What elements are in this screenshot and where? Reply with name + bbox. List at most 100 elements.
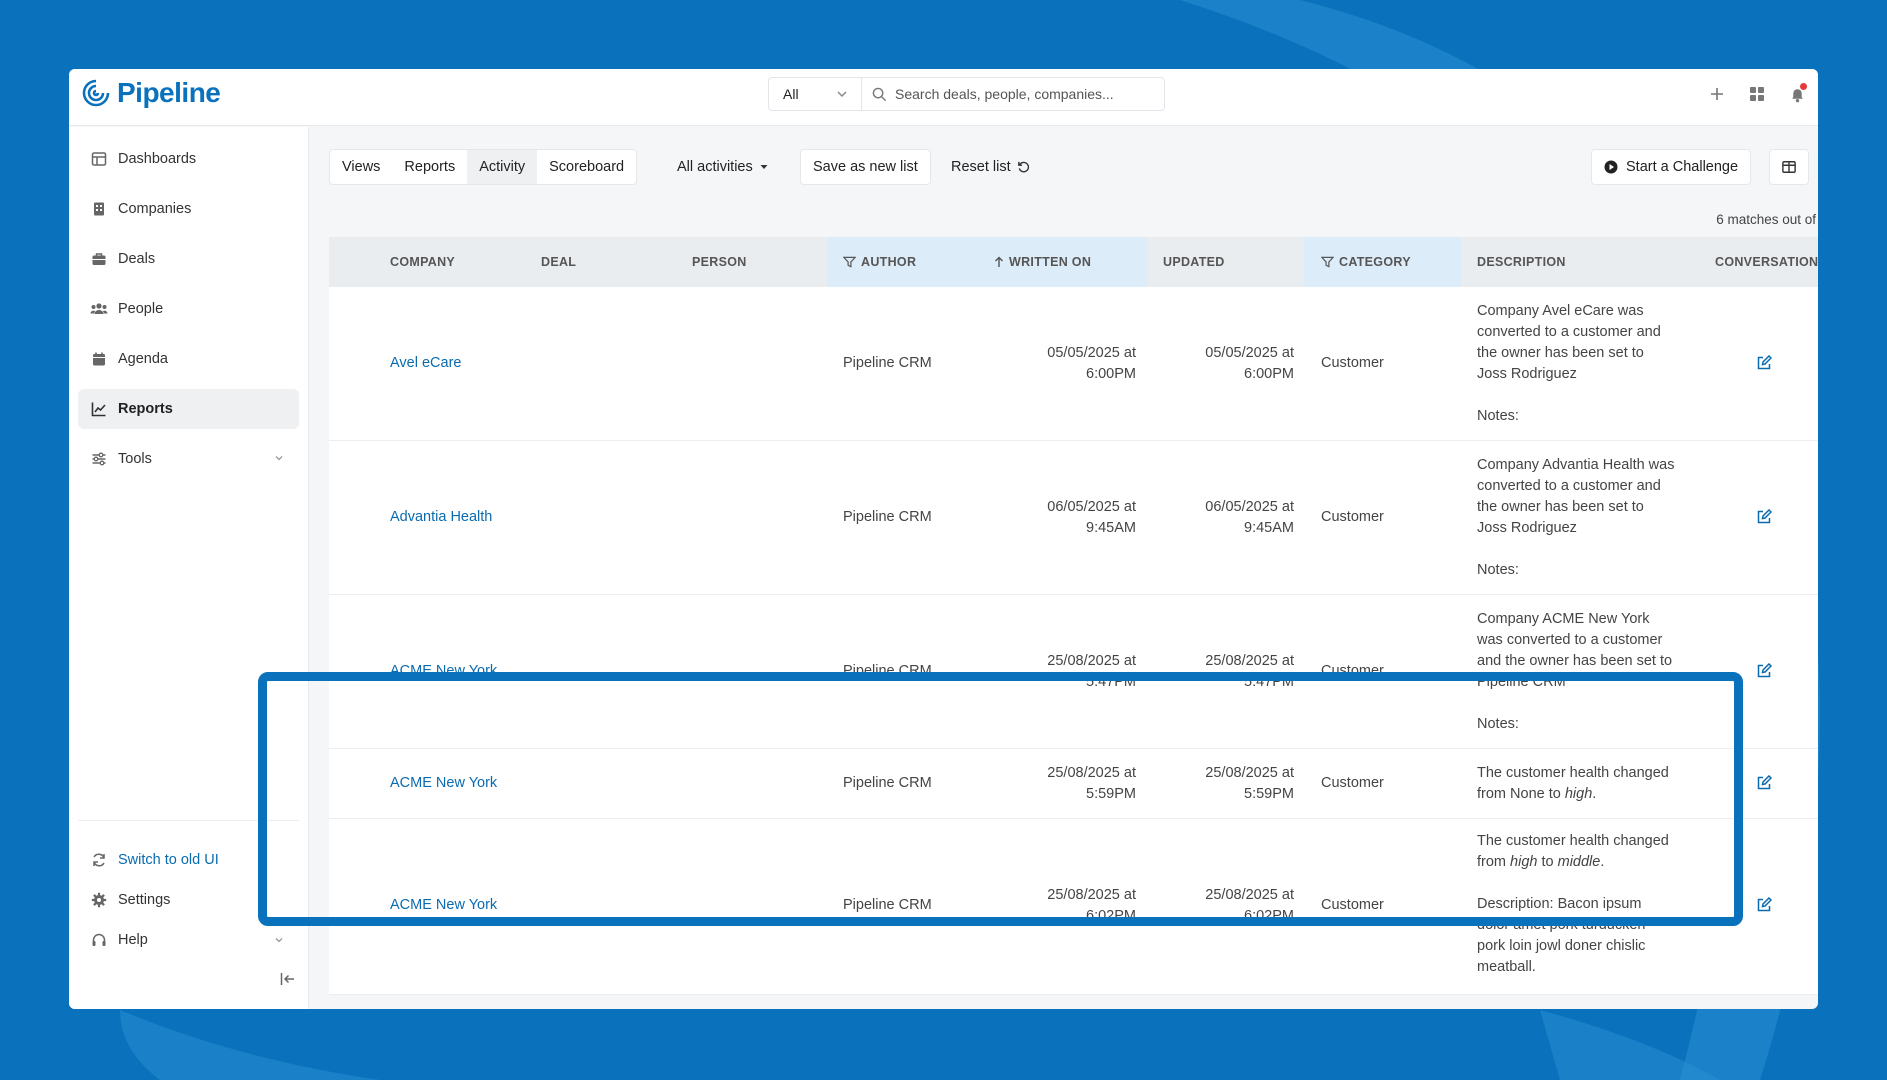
written-on-date: 06/05/2025 at <box>1047 499 1136 515</box>
col-description[interactable]: DESCRIPTION <box>1477 237 1566 287</box>
save-as-new-list-button[interactable]: Save as new list <box>800 149 931 185</box>
sidebar-item-label: Reports <box>118 401 173 417</box>
written-on-date: 05/05/2025 at <box>1047 345 1136 361</box>
written-on-cell: 06/05/2025 at 9:45AM <box>1047 497 1136 539</box>
edit-icon[interactable] <box>1756 663 1772 679</box>
description-line: The customer health changed <box>1477 833 1669 849</box>
switch-old-ui-label: Switch to old UI <box>118 852 219 868</box>
col-author[interactable]: AUTHOR <box>843 237 916 287</box>
description-line: from None to high. <box>1477 786 1597 802</box>
company-link[interactable]: ACME New York <box>390 895 497 916</box>
description-cell: The customer health changed from high to… <box>1477 831 1687 978</box>
layout-toggle-button[interactable] <box>1769 149 1809 185</box>
col-written-on[interactable]: WRITTEN ON <box>994 237 1091 287</box>
edit-icon[interactable] <box>1756 509 1772 525</box>
sidebar-item-dashboards[interactable]: Dashboards <box>78 139 299 179</box>
tab-reports[interactable]: Reports <box>392 150 467 184</box>
col-updated[interactable]: UPDATED <box>1163 237 1225 287</box>
category-cell: Customer <box>1321 775 1384 791</box>
updated-cell: 25/08/2025 at 6:02PM <box>1205 885 1294 927</box>
company-link[interactable]: Avel eCare <box>390 353 461 374</box>
help-link[interactable]: Help <box>78 925 299 955</box>
description-line: Company Avel eCare was <box>1477 303 1644 319</box>
company-link[interactable]: ACME New York <box>390 661 497 682</box>
col-person[interactable]: PERSON <box>692 237 747 287</box>
reset-list-label: Reset list <box>951 159 1011 175</box>
search-scope-select[interactable]: All <box>768 77 861 111</box>
search-box <box>861 77 1165 111</box>
gear-icon <box>90 891 108 909</box>
dashboard-icon <box>90 150 108 168</box>
sidebar-item-agenda[interactable]: Agenda <box>78 339 299 379</box>
search-input[interactable] <box>895 86 1155 102</box>
updated-date: 05/05/2025 at <box>1205 345 1294 361</box>
tab-views[interactable]: Views <box>330 150 392 184</box>
author-cell: Pipeline CRM <box>843 355 932 371</box>
briefcase-icon <box>90 250 108 268</box>
description-cell: Company ACME New York was converted to a… <box>1477 609 1687 735</box>
notifications-button[interactable] <box>1786 83 1808 105</box>
sidebar-item-people[interactable]: People <box>78 289 299 329</box>
sidebar-item-reports[interactable]: Reports <box>78 389 299 429</box>
sidebar-item-label: Companies <box>118 201 192 217</box>
sidebar-item-tools[interactable]: Tools <box>78 439 299 479</box>
switch-old-ui-link[interactable]: Switch to old UI <box>78 845 299 875</box>
description-line: pork loin jowl doner chislic <box>1477 938 1646 954</box>
activities-filter-dropdown[interactable]: All activities <box>665 149 781 185</box>
edit-icon[interactable] <box>1756 775 1772 791</box>
company-link[interactable]: ACME New York <box>390 773 497 794</box>
tab-activity[interactable]: Activity <box>467 150 538 184</box>
apps-button[interactable] <box>1746 83 1768 105</box>
updated-date: 06/05/2025 at <box>1205 499 1294 515</box>
help-label: Help <box>118 932 148 948</box>
sidebar: Dashboards Companies Deals People Agenda… <box>69 127 309 1009</box>
tab-scoreboard[interactable]: Scoreboard <box>537 150 636 184</box>
table-row[interactable]: ACME New York Pipeline CRM 25/08/2025 at… <box>329 749 1818 819</box>
add-button[interactable] <box>1706 83 1728 105</box>
category-cell: Customer <box>1321 355 1384 371</box>
written-on-date: 25/08/2025 at <box>1047 653 1136 669</box>
brand-name: Pipeline <box>117 77 221 108</box>
author-cell: Pipeline CRM <box>843 509 932 525</box>
sidebar-item-companies[interactable]: Companies <box>78 189 299 229</box>
activity-table: COMPANY DEAL PERSON AUTHOR WRITTEN ON UP… <box>329 237 1818 995</box>
table-row[interactable]: ACME New York Pipeline CRM 25/08/2025 at… <box>329 595 1818 749</box>
description-line: Joss Rodriguez <box>1477 520 1577 536</box>
written-on-cell: 25/08/2025 at 6:02PM <box>1047 885 1136 927</box>
sidebar-item-deals[interactable]: Deals <box>78 239 299 279</box>
author-cell: Pipeline CRM <box>843 897 932 913</box>
table-row[interactable]: ACME New York Pipeline CRM 25/08/2025 at… <box>329 819 1818 995</box>
table-header: COMPANY DEAL PERSON AUTHOR WRITTEN ON UP… <box>329 237 1818 287</box>
written-on-time: 5:59PM <box>1086 786 1136 802</box>
table-row[interactable]: Avel eCare Pipeline CRM 05/05/2025 at 6:… <box>329 287 1818 441</box>
author-cell: Pipeline CRM <box>843 775 932 791</box>
description-cell: Company Advantia Health was converted to… <box>1477 455 1687 581</box>
reset-list-button[interactable]: Reset list <box>939 149 1042 185</box>
col-category[interactable]: CATEGORY <box>1321 237 1411 287</box>
col-deal[interactable]: DEAL <box>541 237 576 287</box>
chevron-down-icon <box>275 938 283 943</box>
start-challenge-button[interactable]: Start a Challenge <box>1591 149 1752 185</box>
edit-icon[interactable] <box>1756 897 1772 913</box>
settings-link[interactable]: Settings <box>78 885 299 915</box>
sliders-icon <box>90 450 108 468</box>
table-row[interactable]: Advantia Health Pipeline CRM 06/05/2025 … <box>329 441 1818 595</box>
col-conversation[interactable]: CONVERSATION <box>1715 237 1818 287</box>
col-category-label: CATEGORY <box>1339 255 1411 269</box>
collapse-sidebar-button[interactable] <box>280 972 296 991</box>
col-company[interactable]: COMPANY <box>390 237 455 287</box>
start-challenge-label: Start a Challenge <box>1626 159 1739 175</box>
brand-logo[interactable]: Pipeline <box>81 77 221 109</box>
collapse-left-icon <box>280 973 294 985</box>
description-line: and the owner has been set to <box>1477 653 1673 669</box>
description-line: the owner has been set to <box>1477 499 1644 515</box>
written-on-cell: 25/08/2025 at 5:47PM <box>1047 651 1136 693</box>
description-line: meatball. <box>1477 959 1536 975</box>
edit-icon[interactable] <box>1756 355 1772 371</box>
company-link[interactable]: Advantia Health <box>390 507 492 528</box>
reset-icon <box>1017 161 1029 172</box>
description-line: The customer health changed <box>1477 765 1669 781</box>
written-on-time: 6:00PM <box>1086 366 1136 382</box>
updated-time: 6:02PM <box>1244 908 1294 924</box>
building-icon <box>90 200 108 218</box>
